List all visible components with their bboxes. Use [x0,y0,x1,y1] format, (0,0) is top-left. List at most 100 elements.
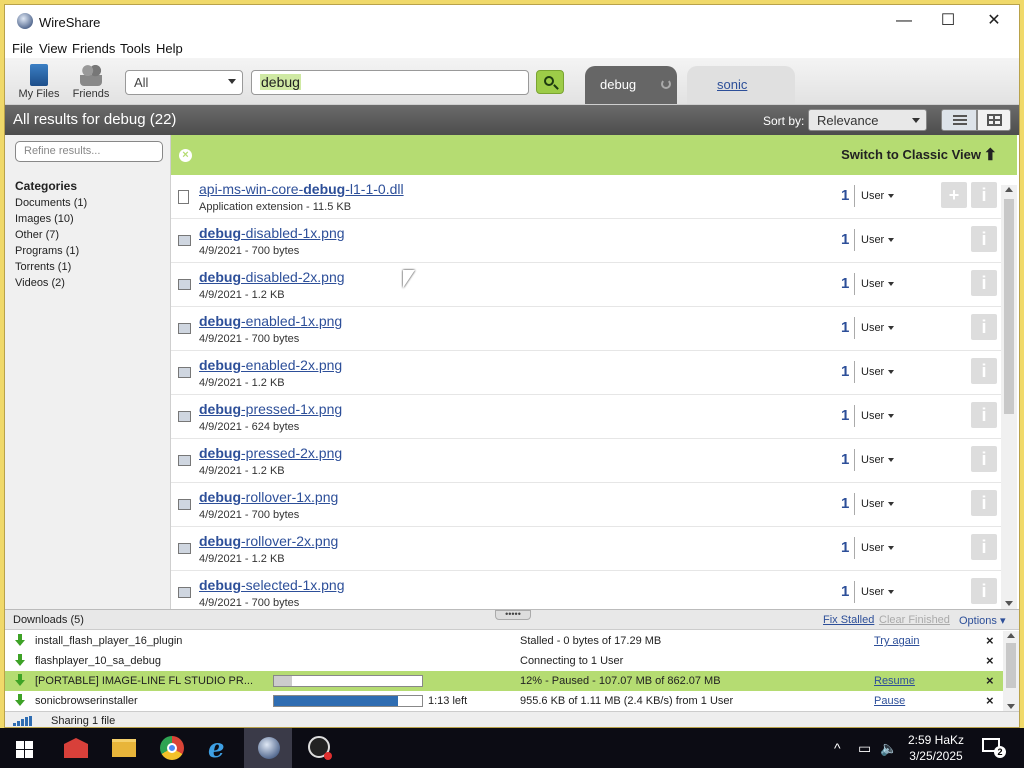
close-button[interactable]: ✕ [971,9,1017,33]
add-download-icon[interactable]: + [941,182,967,208]
my-files-button[interactable]: My Files [13,60,65,102]
user-dropdown[interactable]: User [861,586,895,598]
wireshare-taskbar-icon[interactable] [244,728,292,768]
download-row[interactable]: flashplayer_10_sa_debug Connecting to 1 U… [5,651,1003,671]
refine-results-input[interactable]: Refine results... [15,141,163,162]
user-dropdown[interactable]: User [861,278,895,290]
menu-tools[interactable]: Tools [120,41,150,56]
remove-download-icon[interactable]: × [986,693,994,708]
fix-stalled-link[interactable]: Fix Stalled [823,614,874,626]
category-documents[interactable]: Documents (1) [15,197,87,209]
result-filename-link[interactable]: debug-disabled-1x.png [199,225,345,241]
scroll-up-icon[interactable] [1005,187,1013,192]
category-other[interactable]: Other (7) [15,229,59,241]
info-icon[interactable]: i [971,314,997,340]
user-dropdown[interactable]: User [861,498,895,510]
result-row[interactable]: debug-enabled-2x.png 4/9/2021 - 1.2 KB 1 Us… [171,351,1001,395]
result-filename-link[interactable]: debug-rollover-1x.png [199,489,338,505]
result-filename-link[interactable]: debug-enabled-2x.png [199,357,342,373]
results-scrollbar[interactable] [1001,185,1017,609]
chrome-icon[interactable] [148,728,196,768]
result-row[interactable]: debug-rollover-2x.png 4/9/2021 - 1.2 KB 1 U… [171,527,1001,571]
scroll-thumb[interactable] [1004,199,1014,414]
info-icon[interactable]: i [971,270,997,296]
category-videos[interactable]: Videos (2) [15,277,65,289]
scroll-down-icon[interactable] [1005,601,1013,606]
list-view-button[interactable] [941,109,977,131]
chevron-up-icon[interactable]: ^ [834,740,841,756]
category-torrents[interactable]: Torrents (1) [15,261,71,273]
remove-download-icon[interactable]: × [986,653,994,668]
menu-friends[interactable]: Friends [72,41,115,56]
user-dropdown[interactable]: User [861,410,895,422]
result-filename-link[interactable]: debug-pressed-1x.png [199,401,342,417]
download-action-link[interactable]: Pause [874,695,905,707]
category-programs[interactable]: Programs (1) [15,245,79,257]
result-row[interactable]: debug-pressed-1x.png 4/9/2021 - 624 bytes… [171,395,1001,439]
volume-icon[interactable]: 🔈 [880,740,897,757]
internet-explorer-icon[interactable]: e [196,728,244,768]
maximize-button[interactable]: ☐ [925,9,971,33]
download-row[interactable]: [PORTABLE] IMAGE-LINE FL STUDIO PR... 12%… [5,671,1003,691]
user-dropdown[interactable]: User [861,366,895,378]
result-filename-link[interactable]: debug-pressed-2x.png [199,445,342,461]
info-icon[interactable]: i [971,490,997,516]
result-row[interactable]: debug-disabled-1x.png 4/9/2021 - 700 byte… [171,219,1001,263]
scroll-down-icon[interactable] [1007,704,1015,709]
user-dropdown[interactable]: User [861,542,895,554]
result-filename-link[interactable]: debug-selected-1x.png [199,577,345,593]
tab-sonic[interactable]: sonic [687,66,795,104]
grid-view-button[interactable] [977,109,1011,131]
download-action-link[interactable]: Resume [874,675,915,687]
result-row[interactable]: debug-selected-1x.png 4/9/2021 - 700 byte… [171,571,1001,609]
remove-download-icon[interactable]: × [986,673,994,688]
menu-view[interactable]: View [39,41,67,56]
search-button[interactable] [536,70,564,94]
download-action-link[interactable]: Try again [874,635,919,647]
notification-center-icon[interactable]: 2 [980,736,1006,758]
download-row[interactable]: sonicbrowserinstaller 1:13 left 955.6 KB o… [5,691,1003,711]
result-row[interactable]: api-ms-win-core-debug-l1-1-0.dll Applicat… [171,175,1001,219]
downloads-scrollbar[interactable] [1003,631,1019,711]
result-row[interactable]: debug-disabled-2x.png 4/9/2021 - 1.2 KB 1 U… [171,263,1001,307]
info-icon[interactable]: i [971,578,997,604]
close-icon[interactable]: × [179,149,192,162]
info-icon[interactable]: i [971,358,997,384]
result-row[interactable]: debug-pressed-2x.png 4/9/2021 - 1.2 KB 1 Us… [171,439,1001,483]
scroll-thumb[interactable] [1006,643,1016,688]
result-filename-link[interactable]: debug-disabled-2x.png [199,269,345,285]
result-filename-link[interactable]: api-ms-win-core-debug-l1-1-0.dll [199,181,404,197]
panel-resize-handle[interactable]: ••••• [495,610,531,620]
result-row[interactable]: debug-rollover-1x.png 4/9/2021 - 700 byte… [171,483,1001,527]
taskbar-app-icon[interactable] [52,728,100,768]
search-input[interactable]: debug [251,70,529,95]
user-dropdown[interactable]: User [861,234,895,246]
menu-file[interactable]: File [12,41,33,56]
category-images[interactable]: Images (10) [15,213,74,225]
options-menu[interactable]: Options ▾ [959,614,1006,627]
clock[interactable]: 2:59 HaKz 3/25/2025 [898,732,974,764]
network-icon[interactable]: ▭ [858,740,871,757]
user-dropdown[interactable]: User [861,454,895,466]
user-dropdown[interactable]: User [861,190,895,202]
result-filename-link[interactable]: debug-enabled-1x.png [199,313,342,329]
info-icon[interactable]: i [971,534,997,560]
download-row[interactable]: install_flash_player_16_plugin Stalled - … [5,631,1003,651]
menu-help[interactable]: Help [156,41,183,56]
user-dropdown[interactable]: User [861,322,895,334]
sort-select[interactable]: Relevance [808,109,927,131]
info-icon[interactable]: i [971,182,997,208]
start-button[interactable] [0,728,48,768]
result-row[interactable]: debug-enabled-1x.png 4/9/2021 - 700 bytes… [171,307,1001,351]
recording-app-icon[interactable] [296,728,344,768]
search-category-select[interactable]: All [125,70,243,95]
scroll-up-icon[interactable] [1007,633,1015,638]
friends-button[interactable]: Friends [65,60,117,102]
tab-debug[interactable]: debug [585,66,677,104]
switch-classic-view-link[interactable]: Switch to Classic View [841,147,981,162]
minimize-button[interactable]: — [881,9,927,33]
result-filename-link[interactable]: debug-rollover-2x.png [199,533,338,549]
info-icon[interactable]: i [971,402,997,428]
info-icon[interactable]: i [971,446,997,472]
remove-download-icon[interactable]: × [986,633,994,648]
